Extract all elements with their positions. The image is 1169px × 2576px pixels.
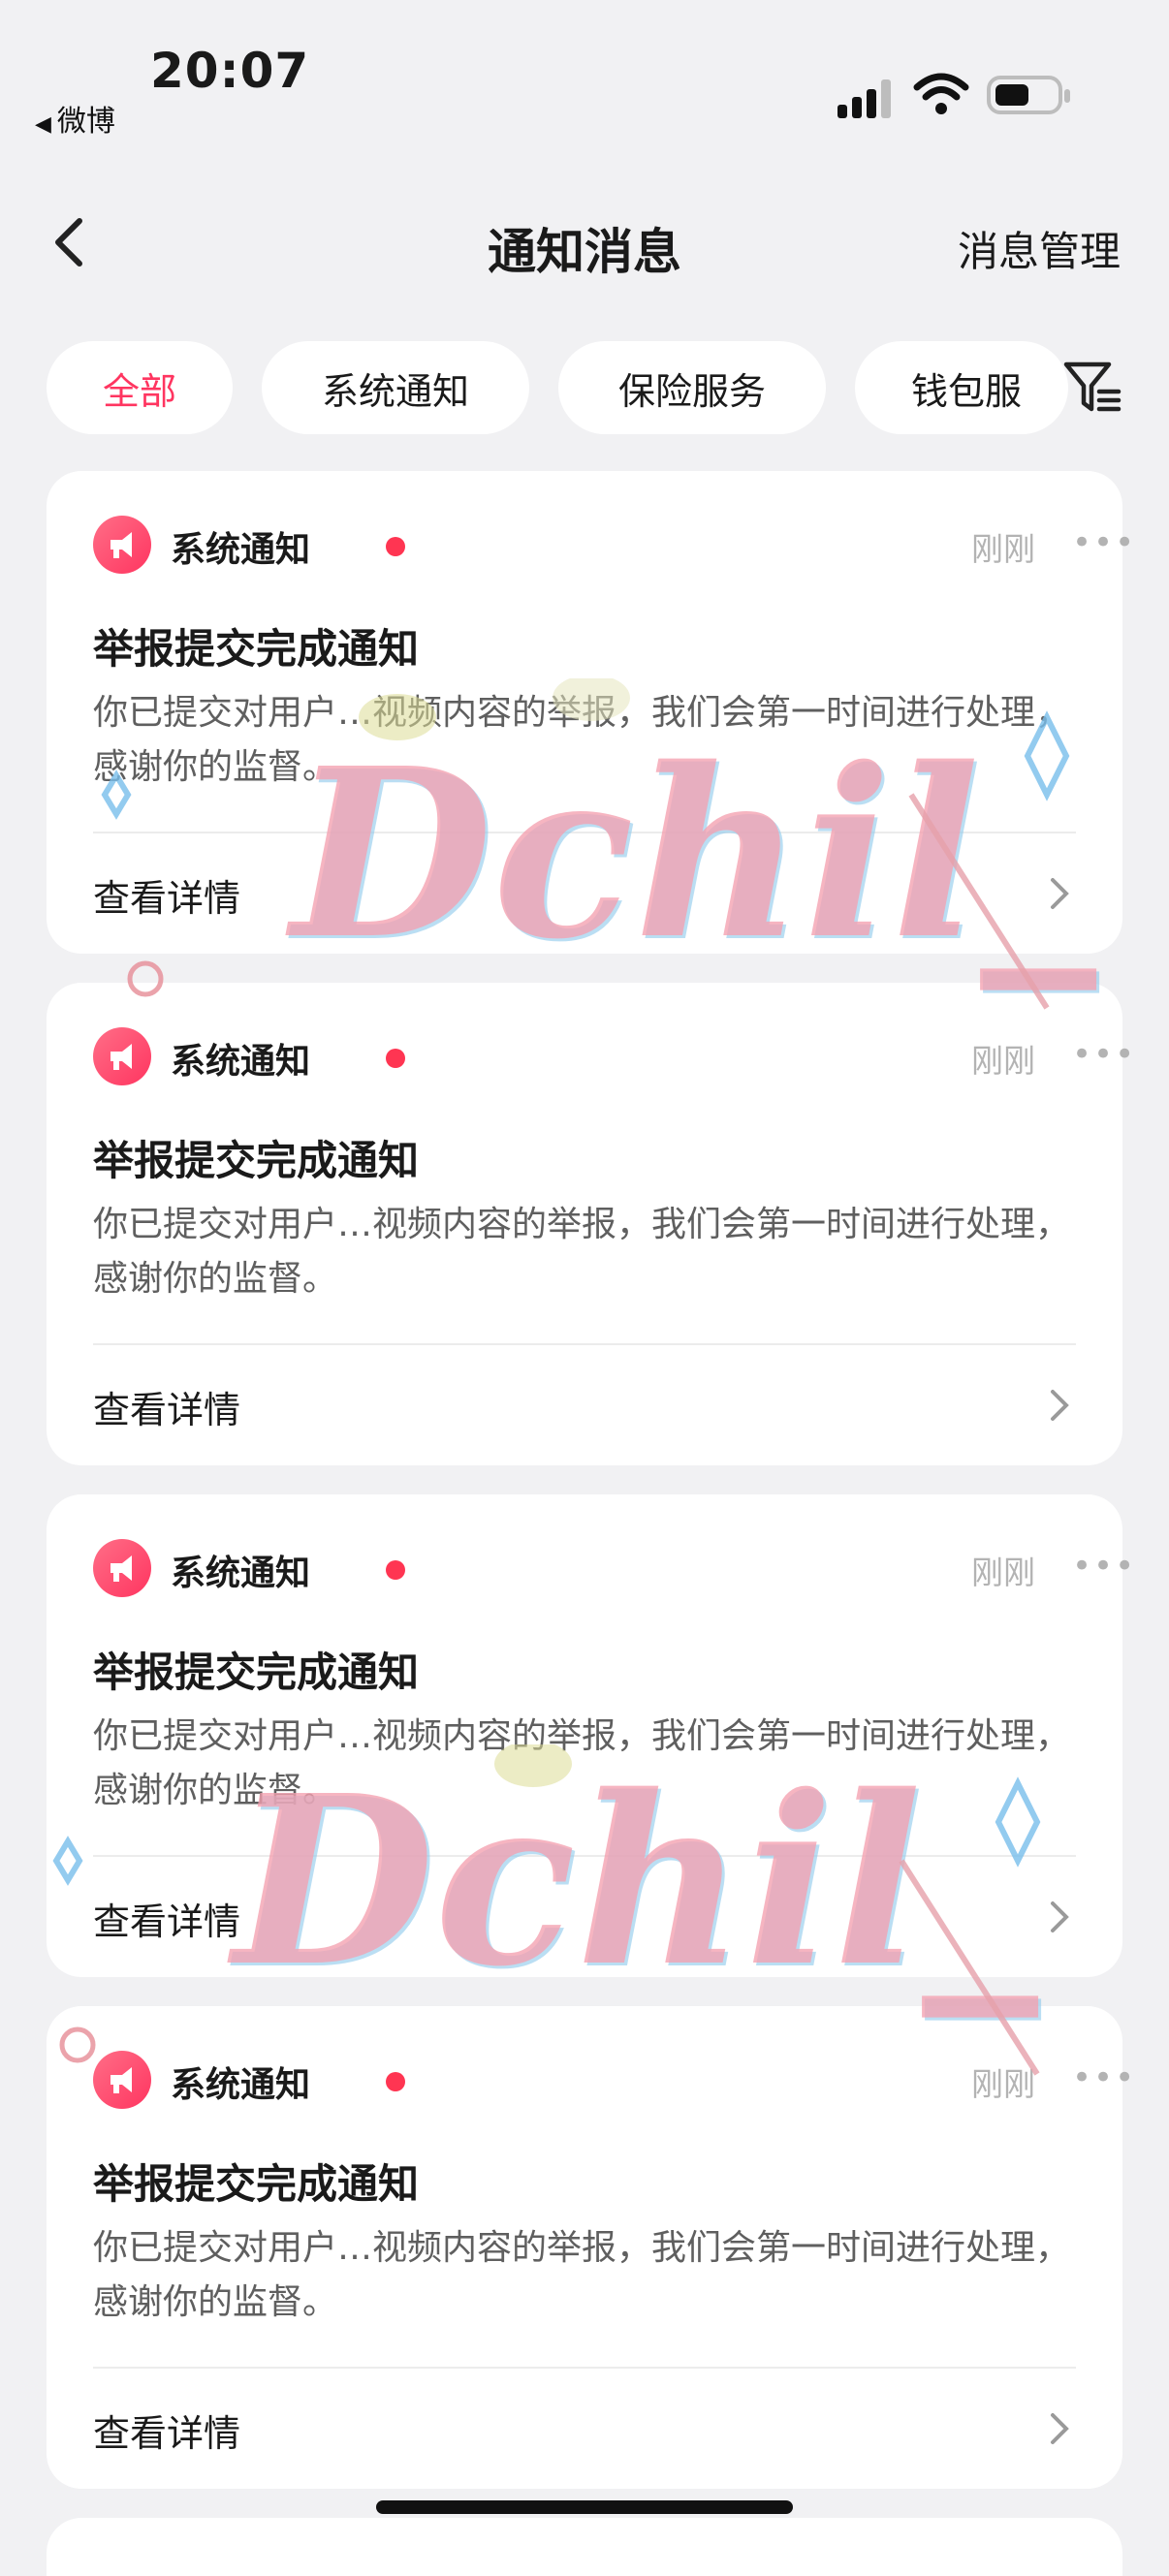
- cellular-signal-icon: [837, 76, 896, 118]
- notification-body: 你已提交对用户…视频内容的举报，我们会第一时间进行处理，感谢你的监督。: [93, 693, 1071, 787]
- more-icon[interactable]: •••: [1072, 1547, 1136, 1586]
- message-manage-button[interactable]: 消息管理: [958, 219, 1121, 278]
- view-detail-link[interactable]: 查看详情: [93, 1380, 240, 1433]
- view-detail-link[interactable]: 查看详情: [93, 2403, 240, 2457]
- notification-card[interactable]: 系统通知 刚刚 ••• 举报提交完成通知 你已提交对用户…视频内容的举报，我们会…: [47, 2006, 1134, 2489]
- back-to-app[interactable]: ◀ 微博: [35, 97, 115, 140]
- back-app-label: 微博: [56, 105, 115, 139]
- back-triangle-icon: ◀: [35, 112, 51, 137]
- view-detail-link[interactable]: 查看详情: [93, 1892, 240, 1945]
- notification-category: 系统通知: [171, 1042, 311, 1082]
- battery-icon: [987, 76, 1070, 114]
- status-time: 20:07: [150, 43, 310, 99]
- notification-body: 你已提交对用户…视频内容的举报，我们会第一时间进行处理，感谢你的监督。: [93, 1205, 1071, 1299]
- notification-card[interactable]: 系统通知 刚刚 ••• 举报提交完成通知 你已提交对用户…视频内容的举报，我们会…: [47, 983, 1134, 1465]
- next-card-peek: [47, 2518, 1122, 2576]
- notification-title: 举报提交完成通知: [93, 1649, 420, 1696]
- notification-time: 刚刚: [971, 530, 1035, 568]
- divider: [93, 832, 1076, 833]
- chevron-right-icon: [1051, 1390, 1069, 1421]
- unread-dot: [386, 1049, 405, 1068]
- notification-title: 举报提交完成通知: [93, 625, 420, 673]
- status-bar: 20:07 ◀ 微博: [0, 0, 1169, 145]
- notification-time: 刚刚: [971, 1554, 1035, 1591]
- card-header: 系统通知 刚刚 •••: [93, 2051, 1134, 2113]
- notification-body: 你已提交对用户…视频内容的举报，我们会第一时间进行处理，感谢你的监督。: [93, 1716, 1071, 1810]
- divider: [93, 2367, 1076, 2369]
- tab-wallet[interactable]: 钱包服: [855, 341, 1068, 434]
- notification-category: 系统通知: [171, 530, 311, 570]
- notification-card[interactable]: 系统通知 刚刚 ••• 举报提交完成通知 你已提交对用户…视频内容的举报，我们会…: [47, 1494, 1134, 1977]
- home-indicator: [376, 2500, 793, 2514]
- chevron-right-icon: [1051, 878, 1069, 909]
- notification-category: 系统通知: [171, 1554, 311, 1593]
- unread-dot: [386, 2072, 405, 2091]
- notification-card[interactable]: 系统通知 刚刚 ••• 举报提交完成通知 你已提交对用户…视频内容的举报，我们会…: [47, 471, 1134, 954]
- filter-icon[interactable]: [1062, 357, 1124, 419]
- tab-insurance[interactable]: 保险服务: [558, 341, 826, 434]
- notification-title: 举报提交完成通知: [93, 2160, 420, 2208]
- divider: [93, 1855, 1076, 1857]
- card-header: 系统通知 刚刚 •••: [93, 1027, 1134, 1089]
- more-icon[interactable]: •••: [1072, 2058, 1136, 2097]
- megaphone-icon: [93, 1027, 151, 1085]
- megaphone-icon: [93, 1539, 151, 1597]
- notification-time: 刚刚: [971, 2065, 1035, 2103]
- megaphone-icon: [93, 516, 151, 574]
- notification-title: 举报提交完成通知: [93, 1137, 420, 1184]
- chevron-right-icon: [1051, 1901, 1069, 1932]
- unread-dot: [386, 1560, 405, 1580]
- nav-bar: 通知消息 消息管理: [0, 194, 1169, 300]
- more-icon[interactable]: •••: [1072, 523, 1136, 562]
- unread-dot: [386, 537, 405, 556]
- more-icon[interactable]: •••: [1072, 1035, 1136, 1074]
- tab-all[interactable]: 全部: [47, 341, 233, 434]
- card-header: 系统通知 刚刚 •••: [93, 516, 1134, 578]
- filter-tabs: 全部 系统通知 保险服务 钱包服: [0, 341, 1169, 438]
- card-header: 系统通知 刚刚 •••: [93, 1539, 1134, 1601]
- chevron-right-icon: [1051, 2413, 1069, 2444]
- view-detail-link[interactable]: 查看详情: [93, 868, 240, 922]
- notification-category: 系统通知: [171, 2065, 311, 2105]
- tab-system-notice[interactable]: 系统通知: [262, 341, 529, 434]
- divider: [93, 1343, 1076, 1345]
- megaphone-icon: [93, 2051, 151, 2109]
- notification-time: 刚刚: [971, 1042, 1035, 1080]
- wifi-icon: [913, 73, 969, 114]
- notification-body: 你已提交对用户…视频内容的举报，我们会第一时间进行处理，感谢你的监督。: [93, 2228, 1071, 2322]
